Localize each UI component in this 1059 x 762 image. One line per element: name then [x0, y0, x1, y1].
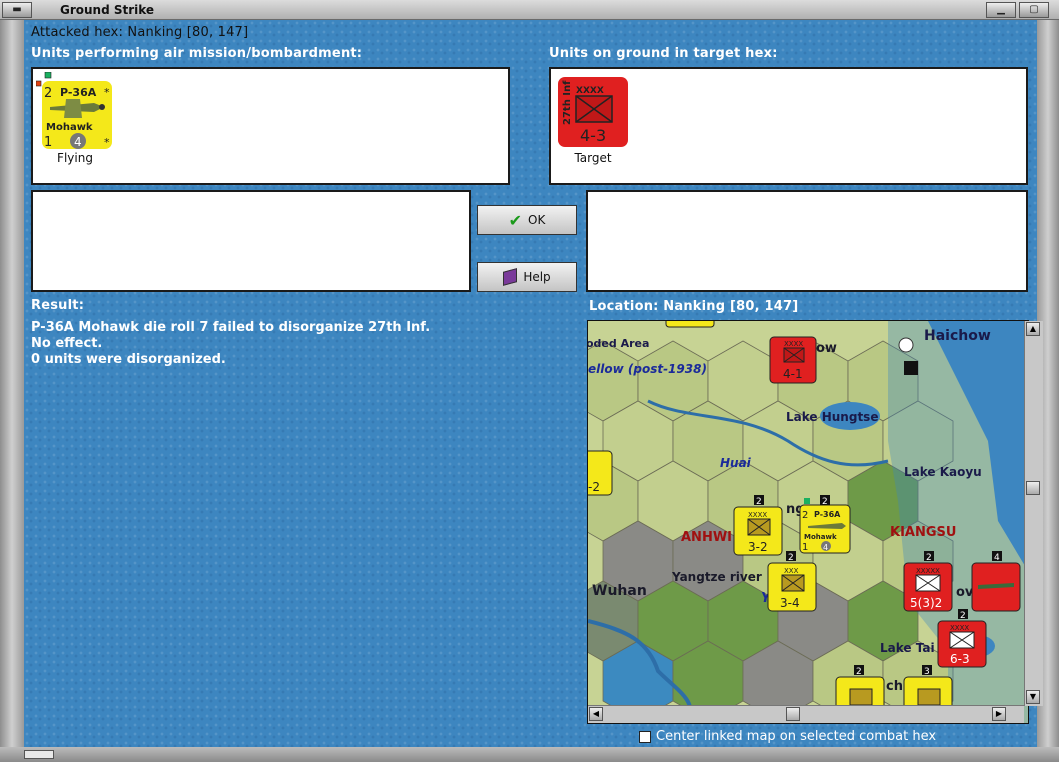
air-unit-circled-value: 4: [74, 135, 82, 149]
result-line: 0 units were disorganized.: [31, 352, 226, 367]
window-frame-left: [0, 20, 24, 747]
map-label-huai: Huai: [720, 456, 752, 470]
map-vertical-scrollbar[interactable]: ▲ ▼: [1024, 321, 1043, 706]
svg-text:3-2: 3-2: [748, 540, 768, 554]
svg-text:XXXX: XXXX: [784, 340, 803, 348]
location-label: Location: Nanking [80, 147]: [589, 299, 799, 314]
air-unit-counter[interactable]: 2 P-36A * Mohawk 1 4 *: [36, 72, 114, 152]
svg-text:6-3: 6-3: [950, 652, 970, 666]
map-label-lake-kaoyu: Lake Kaoyu: [904, 465, 982, 479]
map-counter-4-1[interactable]: XXXX 4-1: [769, 336, 817, 384]
air-unit-star-bottom: *: [104, 136, 110, 149]
svg-text:XXXXX: XXXXX: [916, 567, 940, 575]
ground-units-label: Units on ground in target hex:: [549, 46, 778, 61]
map-fort-icon: [904, 361, 918, 375]
help-button[interactable]: Help: [477, 262, 577, 292]
window-frame-bottom: [0, 747, 1059, 762]
checkmark-icon: ✔: [508, 210, 523, 230]
linked-map[interactable]: Haichow oded Area ellow (post-1938) Lake…: [587, 320, 1029, 724]
map-label-fragment: ch: [886, 679, 903, 694]
svg-text:2: 2: [960, 611, 966, 621]
target-unit-counter[interactable]: XXXX 27th Inf 4-3: [558, 77, 630, 149]
target-unit-strength: 4-3: [580, 126, 606, 145]
svg-text:2: 2: [926, 553, 932, 563]
svg-text:4: 4: [823, 543, 828, 552]
svg-text:2: 2: [756, 497, 762, 507]
svg-text:XXXX: XXXX: [748, 511, 767, 519]
result-label: Result:: [31, 298, 85, 313]
svg-text:XXX: XXX: [784, 567, 799, 575]
scroll-up-arrow[interactable]: ▲: [1026, 322, 1040, 336]
map-label-haichow: Haichow: [924, 328, 991, 344]
ok-button[interactable]: ✔ OK: [477, 205, 577, 235]
svg-text:4-1: 4-1: [783, 367, 803, 381]
scroll-right-arrow[interactable]: ▶: [992, 707, 1006, 721]
map-label-wuhan: Wuhan: [592, 583, 647, 599]
attacked-hex-label: Attacked hex: Nanking [80, 147]: [31, 25, 249, 40]
horizontal-scroll-thumb[interactable]: [786, 707, 800, 721]
scroll-down-arrow[interactable]: ▼: [1026, 690, 1040, 704]
infantry-symbol-icon: [575, 95, 613, 123]
resize-grip[interactable]: [24, 750, 54, 759]
map-label-flooded-area: oded Area: [588, 337, 649, 350]
map-counter-partial[interactable]: [665, 321, 715, 328]
map-label-kiangsu: KIANGSU: [890, 525, 956, 540]
air-unit-nickname: Mohawk: [46, 122, 93, 133]
result-line: P-36A Mohawk die roll 7 failed to disorg…: [31, 320, 431, 335]
dialog-content: Attacked hex: Nanking [80, 147] Units pe…: [24, 20, 1043, 747]
scroll-left-arrow[interactable]: ◀: [589, 707, 603, 721]
center-map-checkbox-label: Center linked map on selected combat hex: [656, 729, 937, 744]
air-unit-number: 2: [44, 86, 52, 101]
svg-text:3: 3: [924, 667, 930, 677]
air-unit-bottom-left: 1: [44, 135, 52, 150]
map-label-anhwei: ANHWI: [681, 530, 732, 545]
right-info-panel: [586, 190, 1028, 292]
svg-text:Mohawk: Mohawk: [804, 533, 837, 541]
map-label-lake-tai: Lake Tai: [880, 641, 935, 655]
map-label-yangtze-river: Yangtze river: [671, 570, 762, 584]
svg-text:-2: -2: [588, 480, 600, 494]
svg-text:1: 1: [802, 542, 808, 553]
svg-text:2: 2: [802, 510, 808, 521]
system-menu-button[interactable]: ▬: [2, 2, 32, 18]
target-unit-name: 27th Inf: [562, 80, 573, 125]
left-info-panel: [31, 190, 471, 292]
result-line: No effect.: [31, 336, 103, 351]
target-unit-caption: Target: [574, 151, 612, 165]
svg-text:2: 2: [856, 667, 862, 677]
center-map-checkbox[interactable]: [639, 731, 651, 743]
air-units-panel: 2 P-36A * Mohawk 1 4 * Flying: [31, 67, 510, 185]
result-text: P-36A Mohawk die roll 7 failed to disorg…: [31, 320, 430, 368]
map-label-lake-hungtse: Lake Hungtse: [786, 410, 878, 424]
title-bar: ▬ Ground Strike ▁ ▢: [0, 0, 1059, 20]
svg-text:2: 2: [822, 497, 828, 507]
target-unit-size: XXXX: [576, 86, 604, 96]
map-marker-icon: [898, 337, 914, 353]
svg-text:XXXX: XXXX: [950, 624, 969, 632]
svg-text:2: 2: [788, 553, 794, 563]
window-title: Ground Strike: [60, 3, 155, 17]
map-label-yellow-river: ellow (post-1938): [588, 362, 707, 376]
svg-text:P-36A: P-36A: [814, 510, 841, 519]
minimize-button[interactable]: ▁: [986, 2, 1016, 18]
svg-text:4: 4: [994, 553, 1000, 563]
air-unit-star-top: *: [104, 86, 110, 99]
svg-text:5(3)2: 5(3)2: [910, 596, 942, 610]
map-horizontal-scrollbar[interactable]: ◀ ▶: [588, 705, 1024, 723]
help-button-label: Help: [523, 270, 551, 284]
vertical-scroll-thumb[interactable]: [1026, 481, 1040, 495]
map-label-fragment: ow: [816, 341, 837, 356]
air-unit-caption: Flying: [57, 151, 93, 165]
ground-units-panel: XXXX 27th Inf 4-3 Target: [549, 67, 1028, 185]
map-label-fragment: ov: [956, 585, 974, 600]
map-canvas[interactable]: Haichow oded Area ellow (post-1938) Lake…: [588, 321, 1028, 723]
ok-button-label: OK: [528, 213, 546, 227]
maximize-button[interactable]: ▢: [1019, 2, 1049, 18]
air-unit-name: P-36A: [60, 86, 97, 99]
map-counter-partial-left[interactable]: -2: [588, 450, 613, 496]
help-book-icon: [503, 268, 518, 286]
air-units-label: Units performing air mission/bombardment…: [31, 46, 363, 61]
svg-text:3-4: 3-4: [780, 596, 800, 610]
